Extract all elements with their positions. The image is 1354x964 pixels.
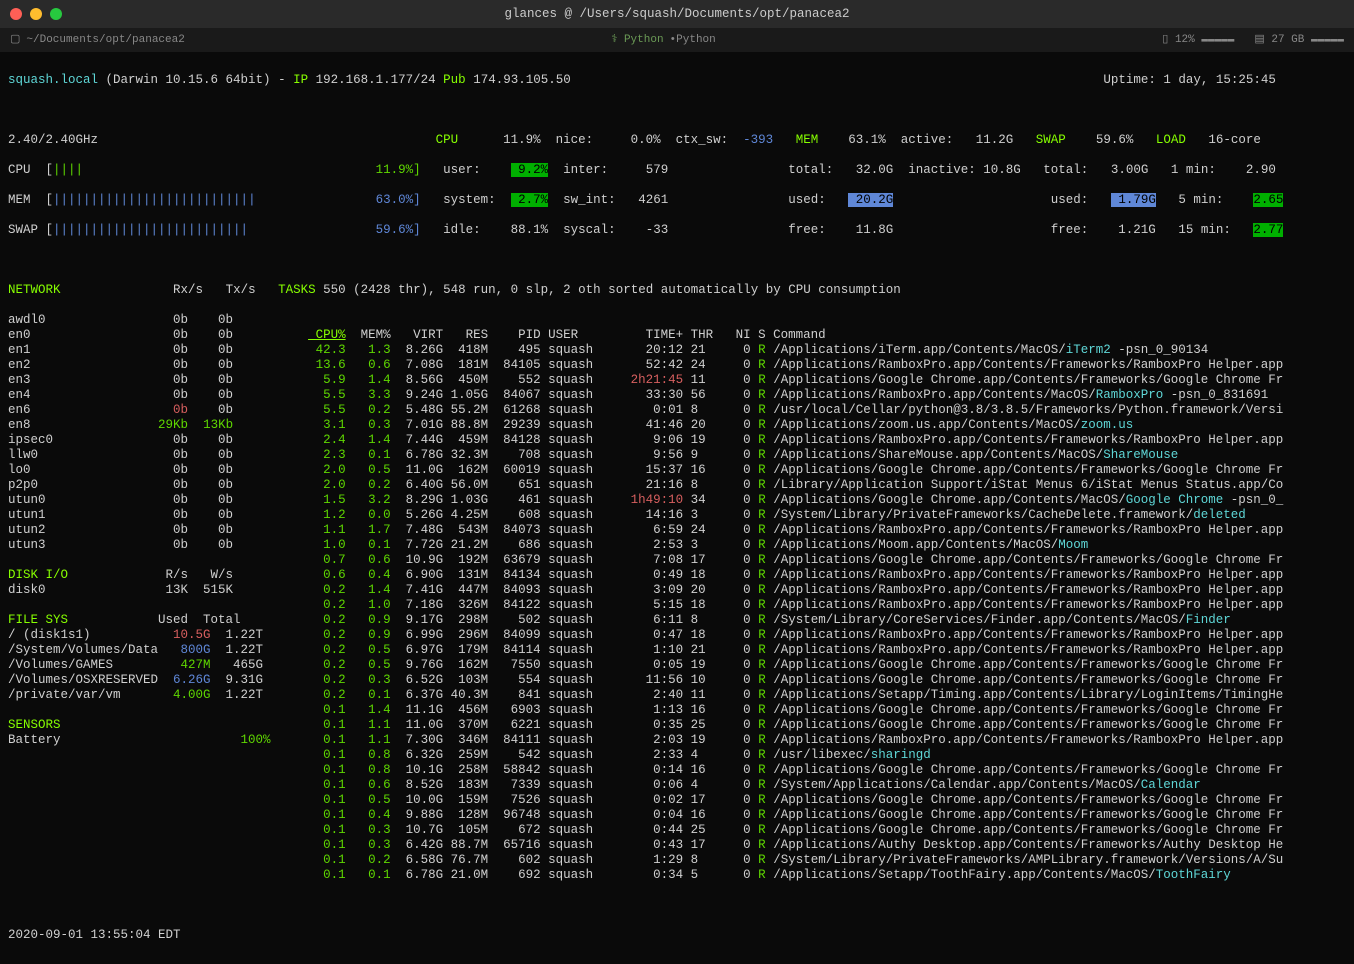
table-row: ipsec0 0b 0b 2.4 1.4 7.44G 459M 84128 sq… — [8, 433, 1346, 448]
table-row: 0.1 0.1 6.78G 21.0M 692 squash 0:34 5 0 … — [8, 868, 1346, 883]
summary-row-3: MEM [||||||||||||||||||||||||||| 63.0%] … — [8, 193, 1346, 208]
footer-datetime: 2020-09-01 13:55:04 EDT — [8, 928, 1346, 943]
table-row: 0.7 0.6 10.9G 192M 63679 squash 7:08 17 … — [8, 553, 1346, 568]
terminal-content[interactable]: squash.local (Darwin 10.15.6 64bit) - IP… — [0, 52, 1354, 964]
table-row: llw0 0b 0b 2.3 0.1 6.78G 32.3M 708 squas… — [8, 448, 1346, 463]
table-row: 0.1 0.3 10.7G 105M 672 squash 0:44 25 0 … — [8, 823, 1346, 838]
table-row: 0.1 0.8 6.32G 259M 542 squash 2:33 4 0 R… — [8, 748, 1346, 763]
minimize-window-button[interactable] — [30, 8, 42, 20]
summary-row-1: 2.40/2.40GHz CPU 11.9% nice: 0.0% ctx_sw… — [8, 133, 1346, 148]
battery-icon: ▯ 12% ▬▬▬▬▬ — [1162, 33, 1234, 48]
editor-toolbar: ▢ ~/Documents/opt/panacea2 ⚕ Python • Py… — [0, 28, 1354, 52]
table-row: Battery 100% 0.1 1.1 7.30G 346M 84111 sq… — [8, 733, 1346, 748]
table-row: en3 0b 0b 5.9 1.4 8.56G 450M 552 squash … — [8, 373, 1346, 388]
summary-row-4: SWAP [|||||||||||||||||||||||||| 59.6%] … — [8, 223, 1346, 238]
table-row: 0.2 1.0 7.18G 326M 84122 squash 5:15 18 … — [8, 598, 1346, 613]
table-row: disk0 13K 515K 0.2 1.4 7.41G 447M 84093 … — [8, 583, 1346, 598]
close-window-button[interactable] — [10, 8, 22, 20]
table-row: p2p0 0b 0b 2.0 0.2 6.40G 56.0M 651 squas… — [8, 478, 1346, 493]
table-row: 0.1 1.4 11.1G 456M 6903 squash 1:13 16 0… — [8, 703, 1346, 718]
disk-icon: ▤ 27 GB ▬▬▬▬▬ — [1254, 33, 1344, 48]
table-row: awdl0 0b 0b — [8, 313, 1346, 328]
table-row: /Volumes/OSXRESERVED 6.26G 9.31G 0.2 0.3… — [8, 673, 1346, 688]
table-row: en8 29Kb 13Kb 3.1 0.3 7.01G 88.8M 29239 … — [8, 418, 1346, 433]
table-row: SENSORS 0.1 1.1 11.0G 370M 6221 squash 0… — [8, 718, 1346, 733]
table-row: utun2 0b 0b 1.1 1.7 7.48G 543M 84073 squ… — [8, 523, 1346, 538]
table-row: 0.1 0.2 6.58G 76.7M 602 squash 1:29 8 0 … — [8, 853, 1346, 868]
window-title: glances @ /Users/squash/Documents/opt/pa… — [504, 7, 849, 22]
table-row: 0.1 0.8 10.1G 258M 58842 squash 0:14 16 … — [8, 763, 1346, 778]
table-row: / (disk1s1) 10.5G 1.22T 0.2 0.9 6.99G 29… — [8, 628, 1346, 643]
summary-row-2: CPU [|||| 11.9%] user: 9.2% inter: 579 t… — [8, 163, 1346, 178]
table-row: DISK I/O R/s W/s 0.6 0.4 6.90G 131M 8413… — [8, 568, 1346, 583]
table-row: utun1 0b 0b 1.2 0.0 5.26G 4.25M 608 squa… — [8, 508, 1346, 523]
table-row: 0.1 0.6 8.52G 183M 7339 squash 0:06 4 0 … — [8, 778, 1346, 793]
folder-icon: ▢ — [10, 33, 20, 48]
table-row: 0.1 0.5 10.0G 159M 7526 squash 0:02 17 0… — [8, 793, 1346, 808]
table-row: en4 0b 0b 5.5 3.3 9.24G 1.05G 84067 squa… — [8, 388, 1346, 403]
host-header: squash.local (Darwin 10.15.6 64bit) - IP… — [8, 73, 1346, 88]
bullet-icon: • — [670, 33, 677, 48]
cwd-path: ~/Documents/opt/panacea2 — [26, 33, 184, 48]
table-row: 0.1 0.3 6.42G 88.7M 65716 squash 0:43 17… — [8, 838, 1346, 853]
table-row: utun3 0b 0b 1.0 0.1 7.72G 21.2M 686 squa… — [8, 538, 1346, 553]
table-row: /System/Volumes/Data 800G 1.22T 0.2 0.5 … — [8, 643, 1346, 658]
table-row: lo0 0b 0b 2.0 0.5 11.0G 162M 60019 squas… — [8, 463, 1346, 478]
python-label-2: Python — [676, 33, 716, 48]
tasks-header: NETWORK Rx/s Tx/s TASKS 550 (2428 thr), … — [8, 283, 1346, 298]
table-row: utun0 0b 0b 1.5 3.2 8.29G 1.03G 461 squa… — [8, 493, 1346, 508]
table-row: en2 0b 0b 13.6 0.6 7.08G 181M 84105 squa… — [8, 358, 1346, 373]
table-row: en1 0b 0b 42.3 1.3 8.26G 418M 495 squash… — [8, 343, 1346, 358]
python-label-1: ⚕ Python — [611, 33, 663, 48]
maximize-window-button[interactable] — [50, 8, 62, 20]
window-titlebar: glances @ /Users/squash/Documents/opt/pa… — [0, 0, 1354, 28]
table-row: 0.1 0.4 9.88G 128M 96748 squash 0:04 16 … — [8, 808, 1346, 823]
table-row: /private/var/vm 4.00G 1.22T 0.2 0.1 6.37… — [8, 688, 1346, 703]
table-row: en0 0b 0b CPU% MEM% VIRT RES PID USER TI… — [8, 328, 1346, 343]
table-row: FILE SYS Used Total 0.2 0.9 9.17G 298M 5… — [8, 613, 1346, 628]
table-row: en6 0b 0b 5.5 0.2 5.48G 55.2M 61268 squa… — [8, 403, 1346, 418]
table-row: /Volumes/GAMES 427M 465G 0.2 0.5 9.76G 1… — [8, 658, 1346, 673]
